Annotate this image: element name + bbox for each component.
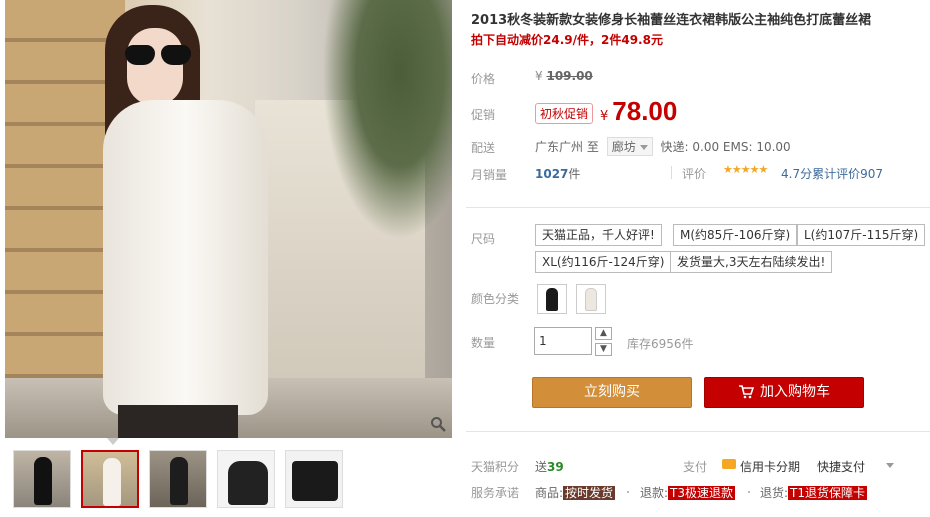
- chevron-down-icon[interactable]: [886, 463, 894, 468]
- monthly-sales-unit: 件: [568, 167, 581, 181]
- main-product-photo[interactable]: [5, 0, 452, 438]
- quantity-decrease-button[interactable]: ▼: [595, 343, 612, 356]
- promo-line: 拍下自动减价24.9/件，2件49.8元: [471, 33, 663, 47]
- destination-select[interactable]: 廊坊: [606, 137, 653, 156]
- payment-label: 支付: [683, 460, 708, 474]
- stock-count: 库存6956件: [627, 337, 694, 351]
- thumbnail-2[interactable]: [81, 450, 139, 508]
- monthly-sales: 1027件: [535, 165, 580, 182]
- payment-credit[interactable]: 信用卡分期: [740, 458, 800, 475]
- original-price: ¥ 109.00: [535, 69, 593, 83]
- thumbnail-5[interactable]: [285, 450, 343, 508]
- separator-dot: [748, 491, 750, 493]
- sale-price: ¥78.00: [600, 96, 677, 127]
- promo-tag: 初秋促销: [535, 103, 594, 124]
- thumbnail-4[interactable]: [217, 450, 275, 508]
- service-return: 退货: T1退货保障卡: [760, 484, 868, 501]
- quantity-increase-button[interactable]: ▲: [595, 327, 612, 340]
- service-refund-tag: T3极速退款: [668, 486, 736, 500]
- rating-stars: ★★★★★: [723, 163, 768, 176]
- promo-label: 促销: [471, 108, 496, 122]
- thumbnail-3[interactable]: [149, 450, 207, 508]
- divider: [671, 166, 672, 179]
- payment-fast[interactable]: 快捷支付: [817, 458, 865, 475]
- photo-tree: [322, 0, 452, 240]
- service-refund: 退款: T3极速退款: [640, 484, 736, 501]
- destination-city: 廊坊: [611, 140, 636, 154]
- buy-now-button[interactable]: 立刻购买: [532, 377, 692, 408]
- model-sunglasses: [125, 45, 191, 65]
- service-refund-prefix: 退款:: [640, 486, 669, 500]
- add-to-cart-button[interactable]: 加入购物车: [704, 377, 864, 408]
- service-return-prefix: 退货:: [760, 486, 789, 500]
- quantity-input[interactable]: 1: [534, 327, 592, 355]
- model-dress: [103, 100, 268, 415]
- chevron-down-icon: [639, 145, 648, 150]
- ship-from: 广东广州: [535, 140, 584, 154]
- price-label: 价格: [471, 72, 496, 86]
- monthly-sales-label: 月销量: [471, 168, 508, 182]
- credit-card-icon: [722, 459, 736, 469]
- model-face: [127, 28, 183, 106]
- thumbnail-1[interactable]: [13, 450, 71, 508]
- ship-to-word: 至: [586, 140, 599, 154]
- points-prefix: 送: [535, 460, 548, 474]
- thumbnail-strip: [13, 450, 353, 510]
- section-divider: [466, 431, 930, 432]
- color-label: 颜色分类: [471, 292, 520, 306]
- service-delivery-tag: 按时发货: [563, 486, 616, 500]
- monthly-sales-count: 1027: [535, 167, 569, 181]
- shipping-info: 广东广州 至 廊坊 快递: 0.00 EMS: 10.00: [535, 137, 791, 156]
- cart-icon: [739, 385, 754, 399]
- size-option[interactable]: XL(约116斤-124斤穿): [535, 251, 672, 273]
- shipping-label: 配送: [471, 141, 496, 155]
- zoom-icon[interactable]: [430, 416, 446, 432]
- size-option[interactable]: 发货量大,3天左右陆续发出!: [670, 251, 833, 273]
- points-info: 送39: [535, 458, 564, 475]
- points-value: 39: [547, 460, 564, 474]
- color-option-white[interactable]: [576, 284, 606, 314]
- points-label: 天猫积分: [471, 460, 520, 474]
- service-delivery-prefix: 商品:: [535, 486, 564, 500]
- model-legs: [118, 405, 238, 438]
- size-label: 尺码: [471, 232, 496, 246]
- thumb-indicator-arrow: [107, 438, 119, 445]
- service-delivery: 商品: 按时发货: [535, 484, 616, 501]
- original-price-value: 109.00: [546, 69, 593, 83]
- section-divider: [466, 207, 930, 208]
- separator-dot: [627, 491, 629, 493]
- size-option[interactable]: 天猫正品，千人好评!: [535, 224, 662, 246]
- original-price-currency: ¥: [535, 69, 543, 83]
- service-return-tag: T1退货保障卡: [788, 486, 868, 500]
- size-option[interactable]: M(约85斤-106斤穿): [673, 224, 798, 246]
- product-page: 2013秋冬装新款女装修身长袖蕾丝连衣裙韩版公主袖纯色打底蕾丝裙 拍下自动减价2…: [0, 0, 930, 517]
- add-to-cart-label: 加入购物车: [760, 384, 830, 400]
- rating-label: 评价: [682, 167, 707, 181]
- color-option-black[interactable]: [537, 284, 567, 314]
- quantity-label: 数量: [471, 336, 496, 350]
- sale-price-currency: ¥: [600, 109, 609, 124]
- shipping-fee: 快递: 0.00 EMS: 10.00: [660, 140, 791, 154]
- service-label: 服务承诺: [471, 486, 520, 500]
- size-option[interactable]: L(约107斤-115斤穿): [797, 224, 926, 246]
- product-title: 2013秋冬装新款女装修身长袖蕾丝连衣裙韩版公主袖纯色打底蕾丝裙: [471, 13, 872, 28]
- rating-link[interactable]: 4.7分累计评价907: [781, 165, 883, 182]
- sale-price-value: 78.00: [612, 96, 678, 126]
